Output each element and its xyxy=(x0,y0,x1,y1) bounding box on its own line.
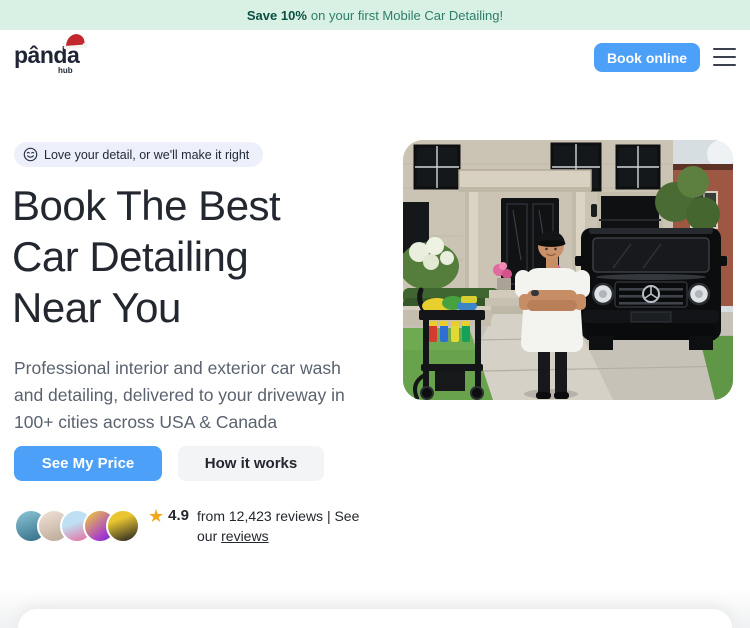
next-section-card xyxy=(18,609,732,628)
book-online-button[interactable]: Book online xyxy=(594,43,700,72)
how-it-works-button[interactable]: How it works xyxy=(178,446,324,481)
hero-photo-illustration xyxy=(403,140,733,400)
next-section-zone xyxy=(0,588,750,628)
logo[interactable]: pânda hub xyxy=(14,40,94,80)
guarantee-badge-label: Love your detail, or we'll make it right xyxy=(44,148,249,162)
rating-text: from 12,423 reviews | See our reviews xyxy=(197,506,375,546)
promo-text: on your first Mobile Car Detailing! xyxy=(311,8,503,23)
smiley-icon xyxy=(23,147,38,162)
rating-block: ★ 4.9 from 12,423 reviews | See our revi… xyxy=(148,506,375,546)
page-title: Book The Best Car Detailing Near You xyxy=(12,180,392,333)
see-my-price-button[interactable]: See My Price xyxy=(14,446,162,481)
hero-description: Professional interior and exterior car w… xyxy=(14,355,366,436)
landing-page: Save 10% on your first Mobile Car Detail… xyxy=(0,0,750,628)
header: pânda hub Book online xyxy=(0,30,750,84)
reviews-summary: ★ 4.9 from 12,423 reviews | See our revi… xyxy=(14,506,375,546)
star-icon: ★ xyxy=(148,506,164,526)
title-line-1: Book The Best xyxy=(12,180,392,231)
title-line-3: Near You xyxy=(12,282,392,333)
logo-sub-label: hub xyxy=(58,66,73,75)
title-line-2: Car Detailing xyxy=(12,231,392,282)
avatar xyxy=(106,509,140,543)
rating-score: 4.9 xyxy=(168,506,189,526)
promo-highlight: Save 10% xyxy=(247,8,307,23)
santa-hat-icon xyxy=(62,31,88,51)
hero-photo xyxy=(403,140,733,400)
cta-row: See My Price How it works xyxy=(14,446,324,481)
reviewer-avatars xyxy=(14,509,140,543)
guarantee-badge: Love your detail, or we'll make it right xyxy=(14,142,263,167)
reviews-link[interactable]: reviews xyxy=(221,528,268,544)
menu-icon[interactable] xyxy=(713,48,736,66)
promo-banner: Save 10% on your first Mobile Car Detail… xyxy=(0,0,750,30)
